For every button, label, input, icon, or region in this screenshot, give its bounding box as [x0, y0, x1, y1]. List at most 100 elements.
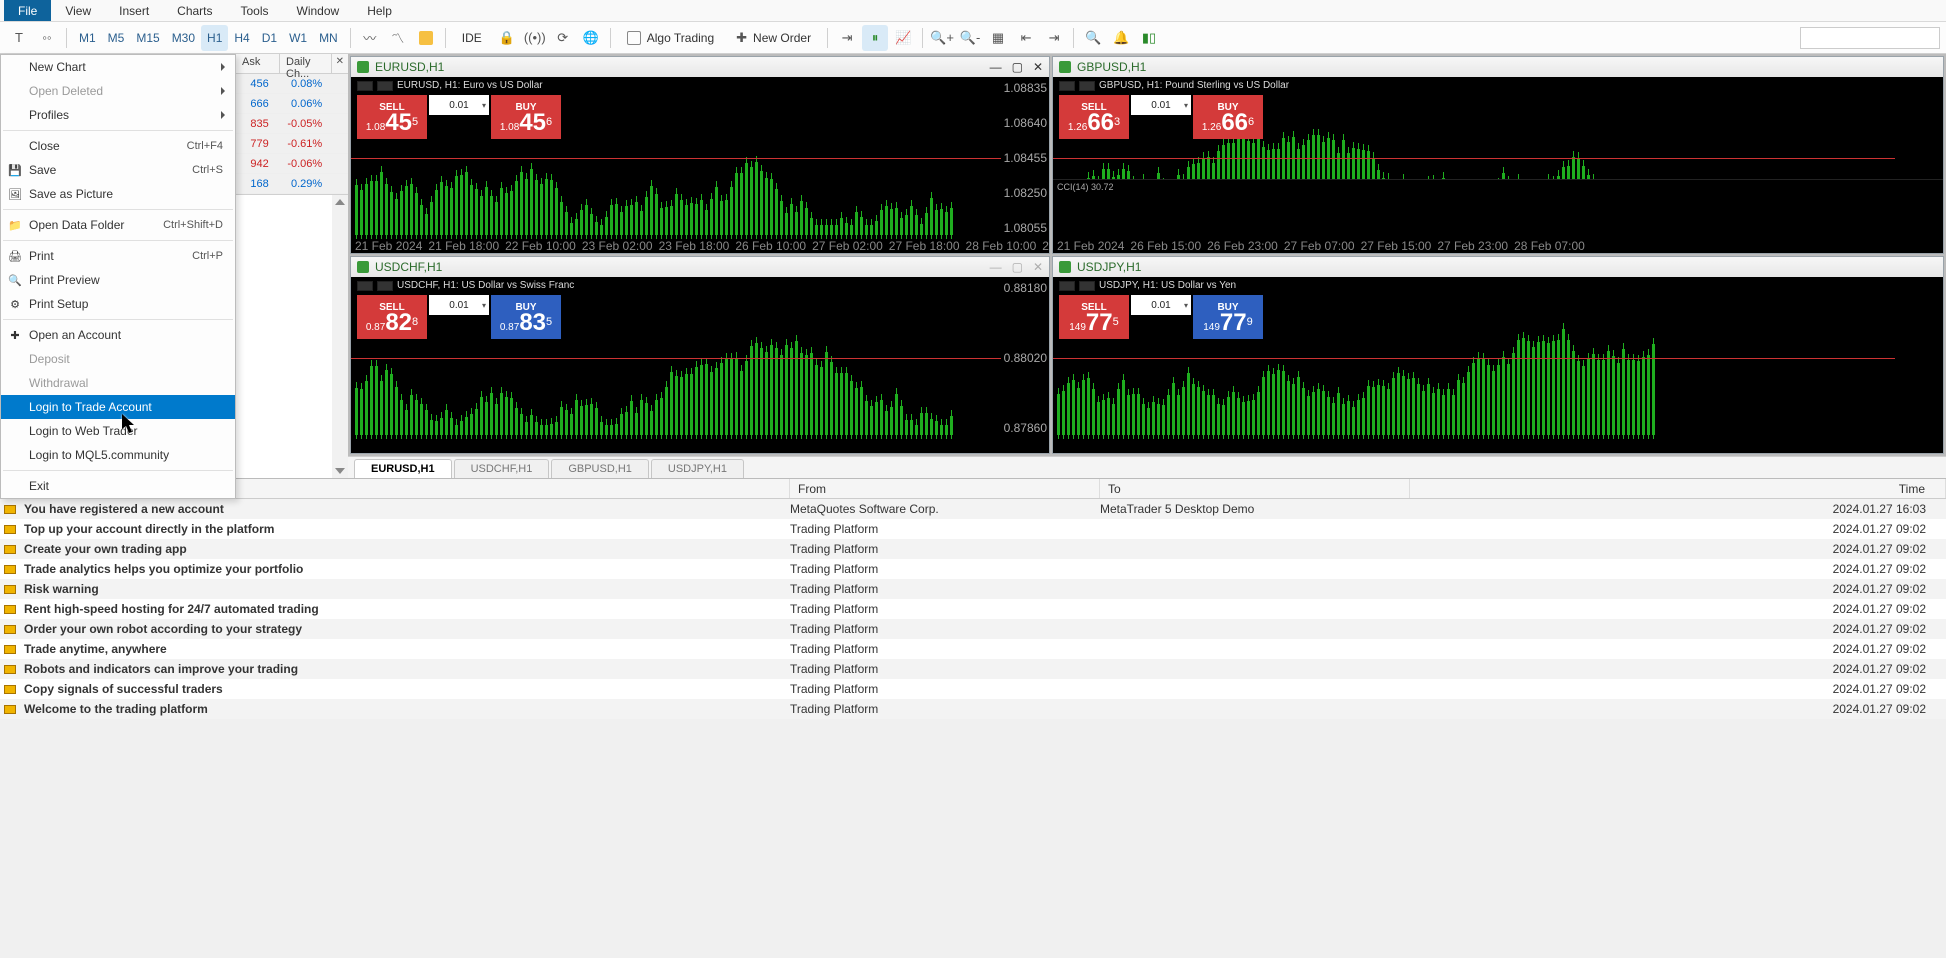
- signals-icon[interactable]: ((•)): [522, 25, 548, 51]
- col-from[interactable]: From: [790, 479, 1100, 498]
- menu-item-save-as-picture[interactable]: 🖼Save as Picture: [1, 182, 235, 206]
- timeframe-d1[interactable]: D1: [256, 25, 283, 51]
- menu-help[interactable]: Help: [353, 0, 406, 21]
- close-icon[interactable]: ✕: [1033, 60, 1043, 74]
- mail-row[interactable]: Order your own robot according to your s…: [0, 619, 1946, 639]
- chart-canvas[interactable]: EURUSD, H1: Euro vs US DollarSELL1.08455…: [351, 77, 1049, 239]
- volume-input[interactable]: 0.01: [429, 295, 489, 315]
- menu-item-save[interactable]: 💾SaveCtrl+S: [1, 158, 235, 182]
- scrollbar[interactable]: [332, 195, 348, 478]
- timeframe-m5[interactable]: M5: [102, 25, 131, 51]
- menu-item-exit[interactable]: Exit: [1, 474, 235, 498]
- chart-shift-icon[interactable]: ⇥: [834, 25, 860, 51]
- step-fwd-icon[interactable]: ⇥: [1041, 25, 1067, 51]
- timeframe-m30[interactable]: M30: [166, 25, 201, 51]
- chart-tab-usdjpy-h1[interactable]: USDJPY,H1: [651, 459, 744, 478]
- algo-trading-button[interactable]: Algo Trading: [617, 25, 724, 51]
- timeframe-m15[interactable]: M15: [130, 25, 165, 51]
- mail-row[interactable]: Create your own trading appTrading Platf…: [0, 539, 1946, 559]
- chart-titlebar[interactable]: EURUSD,H1—▢✕: [351, 57, 1049, 77]
- sell-button[interactable]: SELL0.87828: [357, 295, 427, 339]
- close-icon[interactable]: ✕: [1033, 260, 1043, 274]
- menu-item-print-preview[interactable]: 🔍Print Preview: [1, 268, 235, 292]
- auto-scroll-icon[interactable]: ⏸: [862, 25, 888, 51]
- web-icon[interactable]: 🌐: [578, 25, 604, 51]
- mail-row[interactable]: Rent high-speed hosting for 24/7 automat…: [0, 599, 1946, 619]
- yellow-tool-icon[interactable]: [413, 25, 439, 51]
- menu-item-close[interactable]: CloseCtrl+F4: [1, 134, 235, 158]
- maximize-icon[interactable]: ▢: [1012, 260, 1023, 274]
- text-tool-icon[interactable]: T: [6, 25, 32, 51]
- menu-view[interactable]: View: [51, 0, 105, 21]
- chart-titlebar[interactable]: USDJPY,H1: [1053, 257, 1943, 277]
- volume-input[interactable]: 0.01: [1131, 95, 1191, 115]
- minimize-icon[interactable]: —: [990, 60, 1002, 74]
- menu-item-login-to-trade-account[interactable]: Login to Trade Account: [1, 395, 235, 419]
- mail-row[interactable]: Trade analytics helps you optimize your …: [0, 559, 1946, 579]
- market-icon[interactable]: 🔒: [494, 25, 520, 51]
- col-ask[interactable]: Ask: [236, 54, 280, 73]
- chart-tab-gbpusd-h1[interactable]: GBPUSD,H1: [551, 459, 649, 478]
- timeframe-mn[interactable]: MN: [313, 25, 344, 51]
- col-time[interactable]: Time: [1410, 479, 1946, 498]
- menu-file[interactable]: File: [4, 0, 51, 21]
- chart-titlebar[interactable]: USDCHF,H1—▢✕: [351, 257, 1049, 277]
- mail-row[interactable]: Trade anytime, anywhereTrading Platform2…: [0, 639, 1946, 659]
- mail-row[interactable]: Top up your account directly in the plat…: [0, 519, 1946, 539]
- chart-titlebar[interactable]: GBPUSD,H1: [1053, 57, 1943, 77]
- objects-icon[interactable]: ◦◦: [34, 25, 60, 51]
- buy-button[interactable]: BUY1.08456: [491, 95, 561, 139]
- chart-tab-usdchf-h1[interactable]: USDCHF,H1: [454, 459, 550, 478]
- tile-windows-icon[interactable]: ▦: [985, 25, 1011, 51]
- menu-item-login-to-mql5-community[interactable]: Login to MQL5.community: [1, 443, 235, 467]
- timeframe-h1[interactable]: H1: [201, 25, 228, 51]
- line-chart-icon[interactable]: 〰: [357, 25, 383, 51]
- timeframe-w1[interactable]: W1: [283, 25, 313, 51]
- menu-item-print-setup[interactable]: ⚙Print Setup: [1, 292, 235, 316]
- menu-item-print[interactable]: 🖨PrintCtrl+P: [1, 244, 235, 268]
- col-daily-change[interactable]: Daily Ch...: [280, 54, 332, 73]
- vps-icon[interactable]: ⟳: [550, 25, 576, 51]
- indicator-icon[interactable]: 〽: [385, 25, 411, 51]
- timeframe-h4[interactable]: H4: [228, 25, 255, 51]
- mail-row[interactable]: You have registered a new accountMetaQuo…: [0, 499, 1946, 519]
- new-order-button[interactable]: ✚New Order: [726, 25, 821, 51]
- menu-item-login-to-web-trader[interactable]: Login to Web Trader: [1, 419, 235, 443]
- col-to[interactable]: To: [1100, 479, 1410, 498]
- search-input[interactable]: [1800, 27, 1940, 49]
- mail-row[interactable]: Welcome to the trading platformTrading P…: [0, 699, 1946, 719]
- menu-tools[interactable]: Tools: [227, 0, 283, 21]
- menu-item-profiles[interactable]: Profiles: [1, 103, 235, 127]
- search-icon[interactable]: 🔍: [1080, 25, 1106, 51]
- ide-button[interactable]: IDE: [452, 25, 492, 51]
- menu-charts[interactable]: Charts: [163, 0, 226, 21]
- timeframe-m1[interactable]: M1: [73, 25, 102, 51]
- sell-button[interactable]: SELL149775: [1059, 295, 1129, 339]
- notifications-icon[interactable]: 🔔: [1108, 25, 1134, 51]
- menu-insert[interactable]: Insert: [105, 0, 163, 21]
- volume-input[interactable]: 0.01: [1131, 295, 1191, 315]
- maximize-icon[interactable]: ▢: [1012, 60, 1023, 74]
- zoom-out-icon[interactable]: 🔍-: [957, 25, 983, 51]
- chart-type-icon[interactable]: 📈: [890, 25, 916, 51]
- chart-tab-eurusd-h1[interactable]: EURUSD,H1: [354, 459, 452, 478]
- sell-button[interactable]: SELL1.08455: [357, 95, 427, 139]
- zoom-in-icon[interactable]: 🔍+: [929, 25, 955, 51]
- chart-canvas[interactable]: USDJPY, H1: US Dollar vs YenSELL1497750.…: [1053, 277, 1943, 439]
- menu-window[interactable]: Window: [283, 0, 354, 21]
- minimize-icon[interactable]: —: [990, 260, 1002, 274]
- buy-button[interactable]: BUY0.87835: [491, 295, 561, 339]
- mail-row[interactable]: Copy signals of successful tradersTradin…: [0, 679, 1946, 699]
- panel-close-icon[interactable]: ✕: [332, 54, 348, 73]
- buy-button[interactable]: BUY1.26666: [1193, 95, 1263, 139]
- connection-icon[interactable]: ▮▯: [1136, 25, 1162, 51]
- mail-row[interactable]: Risk warningTrading Platform2024.01.27 0…: [0, 579, 1946, 599]
- step-back-icon[interactable]: ⇤: [1013, 25, 1039, 51]
- buy-button[interactable]: BUY149779: [1193, 295, 1263, 339]
- chart-canvas[interactable]: GBPUSD, H1: Pound Sterling vs US DollarS…: [1053, 77, 1943, 239]
- volume-input[interactable]: 0.01: [429, 95, 489, 115]
- sell-button[interactable]: SELL1.26663: [1059, 95, 1129, 139]
- menu-item-open-an-account[interactable]: ✚Open an Account: [1, 323, 235, 347]
- mail-row[interactable]: Robots and indicators can improve your t…: [0, 659, 1946, 679]
- menu-item-open-data-folder[interactable]: 📁Open Data FolderCtrl+Shift+D: [1, 213, 235, 237]
